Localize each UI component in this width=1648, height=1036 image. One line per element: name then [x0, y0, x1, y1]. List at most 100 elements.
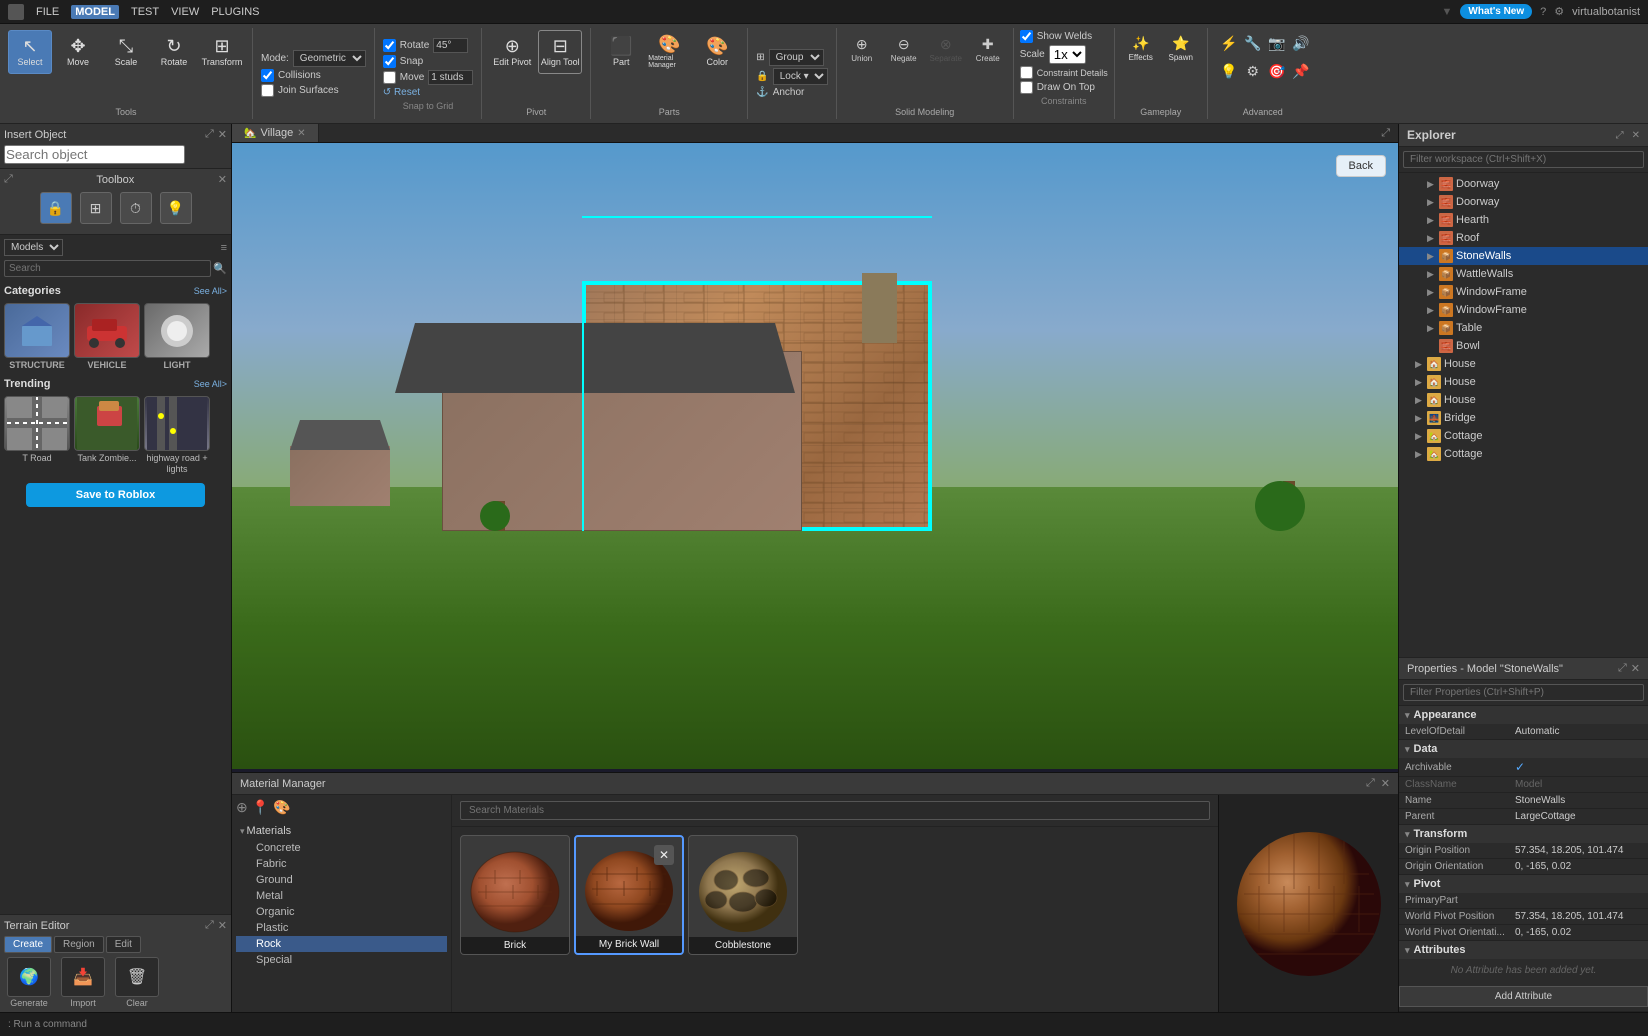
back-button[interactable]: Back: [1336, 155, 1386, 177]
tree-bridge[interactable]: ▶ 🌉 Bridge: [1399, 409, 1648, 427]
collisions-checkbox[interactable]: [261, 69, 274, 82]
create-button[interactable]: ✚ Create: [969, 30, 1007, 68]
settings-icon[interactable]: ⚙: [1554, 5, 1564, 18]
save-to-roblox-button[interactable]: Save to Roblox: [26, 483, 204, 507]
constraint-details-checkbox[interactable]: [1020, 66, 1033, 79]
category-structure[interactable]: STRUCTURE: [4, 303, 70, 370]
filter-icon[interactable]: ≡: [221, 242, 227, 254]
menu-plugins[interactable]: PLUGINS: [211, 6, 259, 18]
mat-cat-ground[interactable]: Ground: [236, 872, 447, 888]
terrain-import-button[interactable]: 📥 Import: [58, 957, 108, 1008]
part-button[interactable]: ⬛ Part: [599, 30, 643, 74]
terrain-region-tab[interactable]: Region: [54, 936, 104, 953]
mat-cobblestone[interactable]: Cobblestone: [688, 835, 798, 955]
trending-troad[interactable]: T Road: [4, 396, 70, 475]
mat-add-icon[interactable]: ⊕: [236, 799, 248, 816]
tree-stonewalls[interactable]: ▶ 📦 StoneWalls: [1399, 247, 1648, 265]
lock-select[interactable]: Lock ▾: [773, 68, 828, 85]
search-icon[interactable]: 🔍: [213, 262, 227, 275]
mat-palette-icon[interactable]: 🎨: [273, 799, 290, 816]
align-tool-button[interactable]: ⊟ Align Tool: [538, 30, 582, 74]
mat-close[interactable]: ✕: [1381, 777, 1390, 790]
viewport-content[interactable]: Back: [232, 143, 1398, 769]
adv-btn-8[interactable]: 📌: [1288, 58, 1314, 84]
move-tool-button[interactable]: ✥ Move: [56, 30, 100, 74]
tree-hearth[interactable]: ▶ 🧱 Hearth: [1399, 211, 1648, 229]
models-dropdown[interactable]: Models: [4, 239, 63, 256]
data-header[interactable]: ▾ Data: [1399, 740, 1648, 758]
spawn-button[interactable]: ⭐ Spawn: [1163, 30, 1199, 66]
mat-expand[interactable]: ⤢: [1366, 777, 1375, 790]
toolbox-grid-icon[interactable]: ⊞: [80, 192, 112, 224]
scale-select[interactable]: 1x: [1049, 45, 1086, 64]
add-attribute-button[interactable]: Add Attribute: [1399, 986, 1648, 1007]
toolbox-lock-icon[interactable]: 🔒: [40, 192, 72, 224]
scale-tool-button[interactable]: ⤡ Scale: [104, 30, 148, 74]
edit-pivot-button[interactable]: ⊕ Edit Pivot: [490, 30, 534, 74]
tree-table[interactable]: ▶ 📦 Table: [1399, 319, 1648, 337]
menu-test[interactable]: TEST: [131, 6, 159, 18]
tree-house-2[interactable]: ▶ 🏠 House: [1399, 373, 1648, 391]
menu-file[interactable]: FILE: [36, 6, 59, 18]
insert-panel-expand[interactable]: ⤢: [205, 128, 214, 141]
mat-cat-fabric[interactable]: Fabric: [236, 856, 447, 872]
adv-btn-1[interactable]: ⚡: [1216, 30, 1242, 56]
transform-tool-button[interactable]: ⊞ Transform: [200, 30, 244, 74]
tree-house-1[interactable]: ▶ 🏠 House: [1399, 355, 1648, 373]
question-icon[interactable]: ?: [1540, 6, 1546, 18]
terrain-expand[interactable]: ⤢: [205, 919, 214, 932]
attributes-header[interactable]: ▾ Attributes: [1399, 941, 1648, 959]
properties-close[interactable]: ✕: [1631, 662, 1640, 675]
join-surfaces-checkbox[interactable]: [261, 84, 274, 97]
viewport-expand[interactable]: ⤢: [1381, 127, 1390, 140]
village-tab[interactable]: 🏡 Village ✕: [232, 124, 319, 142]
mat-cat-plastic[interactable]: Plastic: [236, 920, 447, 936]
terrain-clear-button[interactable]: 🗑 Clear: [112, 957, 162, 1008]
materials-toggle[interactable]: ▾ Materials: [236, 822, 447, 840]
tree-roof[interactable]: ▶ 🧱 Roof: [1399, 229, 1648, 247]
rotate-tool-button[interactable]: ↻ Rotate: [152, 30, 196, 74]
tree-wattlewalls[interactable]: ▶ 📦 WattleWalls: [1399, 265, 1648, 283]
anchor-label[interactable]: Anchor: [773, 87, 805, 98]
transform-header[interactable]: ▾ Transform: [1399, 825, 1648, 843]
tree-cottage-1[interactable]: ▶ 🏡 Cottage: [1399, 427, 1648, 445]
whats-new-button[interactable]: What's New: [1460, 4, 1532, 19]
show-welds-checkbox[interactable]: [1020, 30, 1033, 43]
insert-panel-close[interactable]: ✕: [218, 128, 227, 141]
move-value-input[interactable]: [428, 70, 473, 85]
mat-mybrickwall[interactable]: My Brick Wall ✕: [574, 835, 684, 955]
tree-windowframe-1[interactable]: ▶ 📦 WindowFrame: [1399, 283, 1648, 301]
group-select[interactable]: Group ▾: [769, 49, 824, 66]
toolbox-clock-icon[interactable]: ⏱: [120, 192, 152, 224]
menu-view[interactable]: VIEW: [171, 6, 199, 18]
models-search-input[interactable]: [4, 260, 211, 277]
trending-zombie[interactable]: Tank Zombie...: [74, 396, 140, 475]
explorer-close[interactable]: ✕: [1632, 130, 1640, 141]
terrain-create-tab[interactable]: Create: [4, 936, 52, 953]
effects-button[interactable]: ✨ Effects: [1123, 30, 1159, 66]
insert-search-input[interactable]: [4, 145, 185, 164]
rotate-checkbox[interactable]: [383, 39, 396, 52]
terrain-generate-button[interactable]: 🌍 Generate: [4, 957, 54, 1008]
toolbox-close[interactable]: ✕: [218, 173, 227, 186]
adv-btn-2[interactable]: 🔧: [1240, 30, 1266, 56]
union-button[interactable]: ⊕ Union: [843, 30, 881, 68]
adv-btn-7[interactable]: 🎯: [1264, 58, 1290, 84]
tree-bowl[interactable]: 🧱 Bowl: [1399, 337, 1648, 355]
category-light[interactable]: LIGHT: [144, 303, 210, 370]
adv-btn-6[interactable]: ⚙: [1240, 58, 1266, 84]
tree-doorway-1[interactable]: ▶ 🧱 Doorway: [1399, 175, 1648, 193]
tree-doorway-2[interactable]: ▶ 🧱 Doorway: [1399, 193, 1648, 211]
color-button[interactable]: 🎨 Color: [695, 30, 739, 74]
trending-see-all[interactable]: See All>: [194, 379, 227, 389]
adv-btn-5[interactable]: 💡: [1216, 58, 1242, 84]
properties-expand[interactable]: ⤢: [1618, 662, 1627, 675]
mat-location-icon[interactable]: 📍: [252, 799, 269, 816]
adv-btn-3[interactable]: 📷: [1264, 30, 1290, 56]
trending-highway[interactable]: highway road + lights: [144, 396, 210, 475]
toolbox-light-icon[interactable]: 💡: [160, 192, 192, 224]
explorer-search-input[interactable]: [1403, 151, 1644, 168]
category-vehicle[interactable]: VEHICLE: [74, 303, 140, 370]
negate-button[interactable]: ⊖ Negate: [885, 30, 923, 68]
material-manager-button[interactable]: 🎨 Material Manager: [647, 30, 691, 74]
